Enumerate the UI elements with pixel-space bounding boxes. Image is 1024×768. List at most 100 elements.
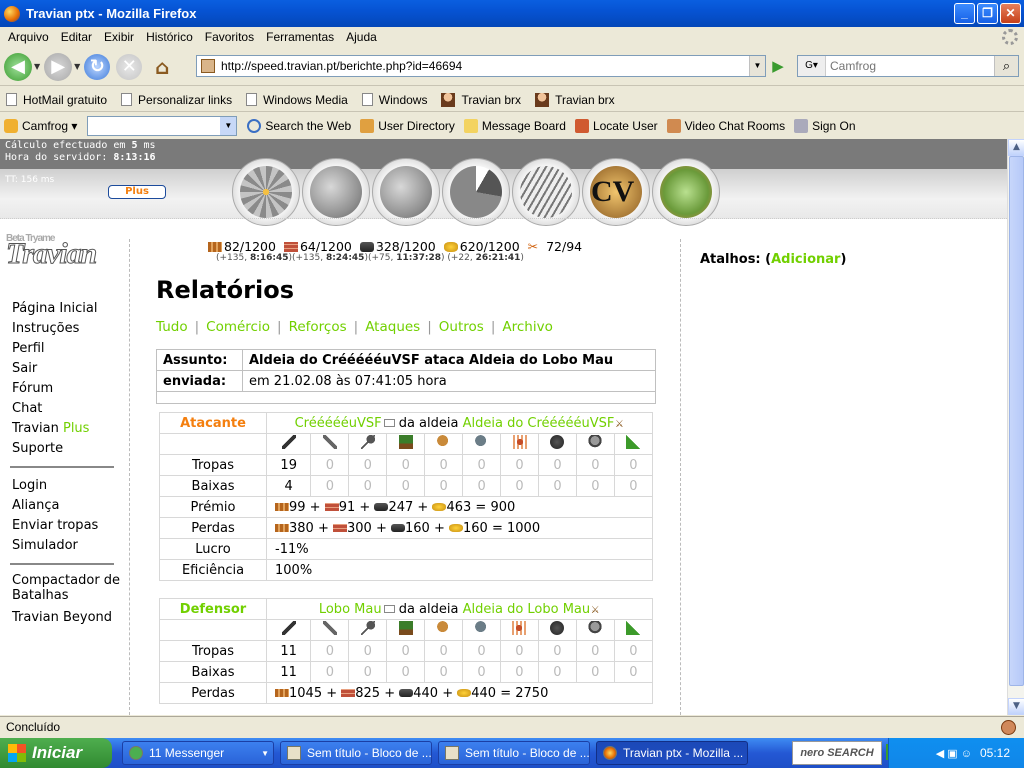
sidebar-item-compactador[interactable]: Compactador de Batalhas — [12, 573, 122, 603]
ram-icon — [512, 621, 527, 635]
task-messenger[interactable]: 11 Messenger ▼ — [122, 741, 274, 765]
attacker-player-link[interactable]: CréééééuVSF — [295, 416, 382, 431]
filter-archivo[interactable]: Archivo — [502, 319, 552, 335]
message-board-button[interactable]: Message Board — [463, 119, 566, 133]
reload-icon[interactable]: ↻ — [84, 53, 111, 80]
stop-icon[interactable]: ✕ — [116, 53, 143, 80]
praetorian-icon — [322, 621, 337, 635]
sidebar-item-suporte[interactable]: Suporte — [12, 439, 122, 459]
menu-ajuda[interactable]: Ajuda — [342, 30, 385, 44]
sidebar-item-login[interactable]: Login — [12, 476, 122, 496]
user-directory-button[interactable]: User Directory — [360, 119, 455, 133]
legionnaire-icon — [281, 435, 296, 449]
start-button[interactable]: Iniciar — [0, 738, 112, 768]
menu-favoritos[interactable]: Favoritos — [201, 30, 262, 44]
addon-face-icon[interactable] — [1001, 720, 1016, 735]
chevron-down-icon: ▼ — [261, 748, 269, 758]
search-web-button[interactable]: Search the Web — [247, 119, 351, 133]
task-notepad-1[interactable]: Sem título - Bloco de ... — [280, 741, 432, 765]
defender-village-link[interactable]: Aldeia do Lobo Mau — [463, 602, 591, 617]
forward-arrow-icon[interactable]: ▶ — [44, 52, 73, 81]
sidebar-item-perfil[interactable]: Perfil — [12, 339, 122, 359]
bookmark-item[interactable]: Travian brx — [441, 92, 521, 107]
search-engine-icon[interactable]: G▾ — [798, 56, 826, 76]
sidebar-item-instrucoes[interactable]: Instruções — [12, 319, 122, 339]
column-divider — [680, 239, 681, 715]
swords-icon[interactable]: ⚔ — [590, 605, 600, 616]
menu-editar[interactable]: Editar — [57, 30, 100, 44]
sidebar-item-travian-beyond[interactable]: Travian Beyond — [12, 608, 122, 628]
crop-icon — [449, 523, 463, 532]
sent-label: enviada: — [156, 370, 243, 392]
url-bar[interactable]: http://speed.travian.pt/berichte.php?id=… — [196, 55, 766, 77]
bookmark-item[interactable]: Windows — [361, 93, 427, 107]
person-icon — [441, 92, 456, 107]
sidebar-item-chat[interactable]: Chat — [12, 399, 122, 419]
home-icon[interactable]: ⌂ — [148, 53, 176, 81]
firefox-icon — [603, 746, 617, 760]
sidebar-item-enviar-tropas[interactable]: Enviar tropas — [12, 516, 122, 536]
menu-arquivo[interactable]: Arquivo — [4, 30, 57, 44]
mail-icon[interactable] — [383, 418, 395, 427]
travian-logo[interactable]: Beta Tryame Travian — [5, 233, 102, 277]
search-icon[interactable]: ⌕ — [994, 56, 1018, 76]
add-shortcut-link[interactable]: Adicionar — [771, 252, 840, 267]
swords-icon[interactable]: ⚔ — [614, 419, 624, 430]
filter-comercio[interactable]: Comércio — [206, 319, 270, 335]
forward-dropdown-icon[interactable]: ▼ — [74, 62, 80, 71]
plus-button[interactable]: Plus — [108, 185, 166, 199]
sidebar-item-sair[interactable]: Sair — [12, 359, 122, 379]
video-chat-rooms-button[interactable]: Video Chat Rooms — [666, 119, 785, 133]
camfrog-menu[interactable]: Camfrog ▾ — [4, 119, 77, 133]
filter-ataques[interactable]: Ataques — [365, 319, 420, 335]
camfrog-search-field[interactable]: ▼ — [87, 116, 238, 136]
menu-historico[interactable]: Histórico — [142, 30, 201, 44]
wood-icon — [208, 242, 222, 252]
chevron-down-icon[interactable]: ▼ — [220, 117, 237, 135]
clay-icon — [333, 523, 347, 532]
iron-icon — [399, 688, 414, 697]
filter-tudo[interactable]: Tudo — [156, 319, 188, 335]
mail-icon[interactable] — [383, 604, 395, 613]
menu-exibir[interactable]: Exibir — [100, 30, 142, 44]
back-dropdown-icon[interactable]: ▼ — [34, 62, 40, 71]
nero-search[interactable]: nero SEARCH — [792, 741, 882, 765]
sidebar-divider — [10, 563, 114, 565]
scroll-up-icon[interactable]: ▲ — [1008, 139, 1024, 156]
clock: 05:12 — [979, 746, 1010, 760]
restore-button[interactable]: ❐ — [977, 3, 998, 24]
tray-icons[interactable]: ◀ ▣ ☺ — [936, 747, 972, 760]
vertical-scrollbar[interactable]: ▲ ▼ — [1007, 139, 1024, 715]
url-dropdown-icon[interactable]: ▼ — [749, 56, 765, 76]
task-firefox[interactable]: Travian ptx - Mozilla ... — [596, 741, 748, 765]
menu-ferramentas[interactable]: Ferramentas — [262, 30, 342, 44]
sidebar-item-alianca[interactable]: Aliança — [12, 496, 122, 516]
bookmark-item[interactable]: HotMail gratuito — [6, 93, 107, 107]
bookmark-item[interactable]: Travian brx — [535, 92, 615, 107]
person-icon — [535, 92, 550, 107]
sidebar-item-forum[interactable]: Fórum — [12, 379, 122, 399]
back-arrow-icon[interactable]: ◀ — [4, 52, 32, 81]
task-notepad-2[interactable]: Sem título - Bloco de ... — [438, 741, 590, 765]
praetorian-icon — [322, 435, 337, 449]
bookmark-item[interactable]: Windows Media — [246, 93, 348, 107]
sidebar-item-pagina-inicial[interactable]: Página Inicial — [12, 299, 122, 319]
filter-reforcos[interactable]: Reforços — [289, 319, 347, 335]
sign-on-button[interactable]: Sign On — [794, 119, 856, 133]
defender-player-link[interactable]: Lobo Mau — [319, 602, 382, 617]
sidebar-item-travian-plus[interactable]: Travian Plus — [12, 419, 122, 439]
iron-icon — [374, 502, 389, 511]
minimize-button[interactable]: _ — [954, 3, 975, 24]
scroll-down-icon[interactable]: ▼ — [1008, 698, 1024, 715]
locate-user-button[interactable]: Locate User — [574, 119, 658, 133]
iron-amount: 328/1200 — [359, 239, 436, 254]
sidebar-item-simulador[interactable]: Simulador — [12, 536, 122, 556]
scroll-thumb[interactable] — [1009, 156, 1024, 686]
attacker-village-link[interactable]: Aldeia do CréééééuVSF — [463, 416, 615, 431]
close-button[interactable]: ✕ — [1000, 3, 1021, 24]
report-sent-date: em 21.02.08 às 07:41:05 hora — [242, 370, 656, 392]
bookmark-item[interactable]: Personalizar links — [121, 93, 232, 107]
filter-outros[interactable]: Outros — [439, 319, 484, 335]
search-input[interactable] — [830, 59, 990, 73]
go-arrow-icon[interactable]: ▶ — [768, 57, 788, 77]
